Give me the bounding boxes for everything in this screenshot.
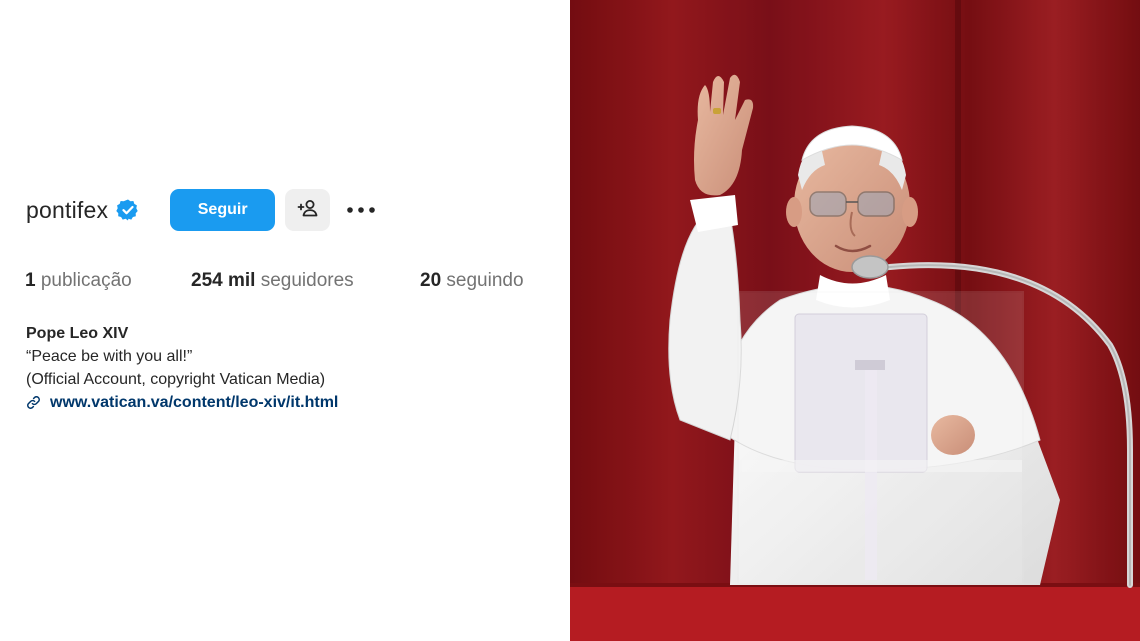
bio-line-copyright: (Official Account, copyright Vatican Med… <box>26 371 326 388</box>
following-count: 20 <box>420 270 442 291</box>
profile-photo <box>570 0 1140 641</box>
profile-panel: pontifex Seguir 1 publicação 254 mil seg… <box>0 0 570 641</box>
more-dots-icon <box>346 201 376 219</box>
suggested-accounts-button[interactable] <box>285 189 331 231</box>
posts-count: 1 <box>25 270 36 291</box>
screenshot-frame: pontifex Seguir 1 publicação 254 mil seg… <box>0 0 1140 641</box>
pope-waving-photo <box>570 0 1140 641</box>
more-options-button[interactable] <box>344 189 378 231</box>
profile-header-row: pontifex Seguir <box>26 189 378 231</box>
following-stat[interactable]: 20 seguindo <box>420 270 524 292</box>
profile-username: pontifex <box>26 196 109 223</box>
verified-badge-icon <box>116 198 140 222</box>
bio-name: Pope Leo XIV <box>26 325 129 342</box>
add-person-icon <box>297 199 319 222</box>
bio-website-link[interactable]: www.vatican.va/content/leo-xiv/it.html <box>26 391 338 414</box>
link-icon <box>27 396 40 409</box>
posts-label: publicação <box>35 270 132 291</box>
followers-count: 254 mil <box>191 270 256 291</box>
posts-stat: 1 publicação <box>25 270 132 292</box>
profile-stats: 1 publicação 254 mil seguidores 20 segui… <box>25 270 545 294</box>
followers-label: seguidores <box>255 270 354 291</box>
bio-link-text: www.vatican.va/content/leo-xiv/it.html <box>50 394 339 411</box>
follow-button[interactable]: Seguir <box>170 189 276 231</box>
profile-bio: Pope Leo XIV “Peace be with you all!” (O… <box>26 322 338 414</box>
followers-stat[interactable]: 254 mil seguidores <box>191 270 354 292</box>
bio-line-quote: “Peace be with you all!” <box>26 348 193 365</box>
following-label: seguindo <box>441 270 524 291</box>
